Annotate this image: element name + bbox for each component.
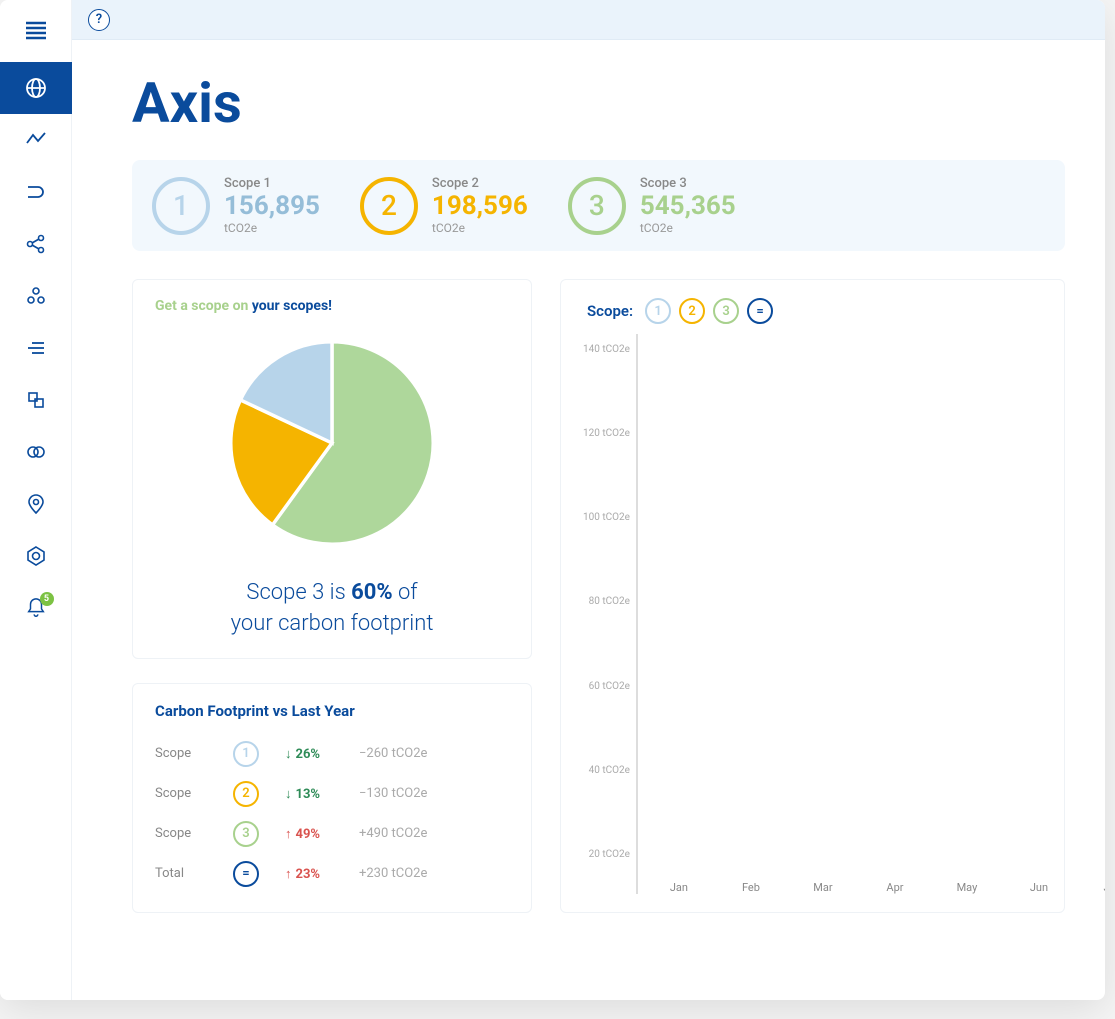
scope-badge: 3 — [233, 821, 259, 847]
comparison-row: Scope 1 ↓26% −260 tCO2e — [155, 734, 509, 774]
scope-badge: = — [233, 861, 259, 887]
bar-chart-card: Scope: 123 = 140 tCO2e120 tCO2e100 tCO2e8… — [560, 279, 1065, 913]
scope-filter-chip[interactable]: = — [747, 298, 773, 324]
scope-cards-row: 1 Scope 1 156,895 tCO2e 2 Scope 2 198,59… — [132, 160, 1065, 251]
comparison-card: Carbon Footprint vs Last Year Scope 1 ↓2… — [132, 683, 532, 913]
nav-globe[interactable] — [0, 62, 72, 114]
nav-trend[interactable] — [0, 114, 72, 166]
nav-overlap[interactable] — [0, 426, 72, 478]
nav-location[interactable] — [0, 478, 72, 530]
scope-badge: 2 — [233, 781, 259, 807]
scope-card-3: 3 Scope 3 545,365 tCO2e — [568, 176, 736, 235]
scope-circle-2: 2 — [360, 177, 418, 235]
app-frame: 5 ? Axis 1 Scope 1 156,895 tCO2e 2 Scope… — [0, 0, 1105, 1000]
scope-badge: 1 — [233, 741, 259, 767]
comparison-title: Carbon Footprint vs Last Year — [155, 702, 509, 720]
nav-settings[interactable] — [0, 530, 72, 582]
content: Axis 1 Scope 1 156,895 tCO2e 2 Scope 2 1… — [72, 40, 1105, 933]
pie-caption: Scope 3 is 60% of your carbon footprint — [155, 578, 509, 640]
chart-x-axis: JanFebMarAprMayJunJul — [652, 881, 1042, 894]
scope-filter-chip[interactable]: 1 — [645, 298, 671, 324]
nav-path[interactable] — [0, 166, 72, 218]
scope-card-2: 2 Scope 2 198,596 tCO2e — [360, 176, 528, 235]
scope-circle-3: 3 — [568, 177, 626, 235]
topbar: ? — [72, 0, 1105, 40]
nav-lines[interactable] — [0, 322, 72, 374]
pie-chart — [217, 328, 447, 558]
pie-header: Get a scope on your scopes! — [155, 298, 509, 314]
chart-header-label: Scope: — [587, 302, 633, 320]
help-button[interactable]: ? — [88, 9, 110, 31]
scope-filter-chip[interactable]: 2 — [679, 298, 705, 324]
hamburger-icon[interactable] — [16, 10, 56, 50]
notification-badge: 5 — [40, 592, 54, 606]
main: ? Axis 1 Scope 1 156,895 tCO2e 2 Scope 2… — [72, 0, 1105, 1000]
nav-network[interactable] — [0, 218, 72, 270]
comparison-row: Scope 2 ↓13% −130 tCO2e — [155, 774, 509, 814]
pie-card: Get a scope on your scopes! Scope 3 is 6… — [132, 279, 532, 659]
comparison-row: Total = ↑23% +230 tCO2e — [155, 854, 509, 894]
chart-y-axis: 140 tCO2e120 tCO2e100 tCO2e80 tCO2e60 tC… — [583, 334, 636, 894]
chart-plot: JanFebMarAprMayJunJul — [636, 334, 1042, 894]
nav-squares[interactable] — [0, 374, 72, 426]
page-title: Axis — [132, 70, 1065, 136]
sidebar: 5 — [0, 0, 72, 1000]
scope-card-1: 1 Scope 1 156,895 tCO2e — [152, 176, 320, 235]
scope-circle-1: 1 — [152, 177, 210, 235]
comparison-row: Scope 3 ↑49% +490 tCO2e — [155, 814, 509, 854]
scope-filter-chip[interactable]: 3 — [713, 298, 739, 324]
nav-notifications[interactable]: 5 — [0, 582, 72, 634]
chart-header: Scope: 123 = — [583, 298, 1042, 324]
nav-cluster[interactable] — [0, 270, 72, 322]
